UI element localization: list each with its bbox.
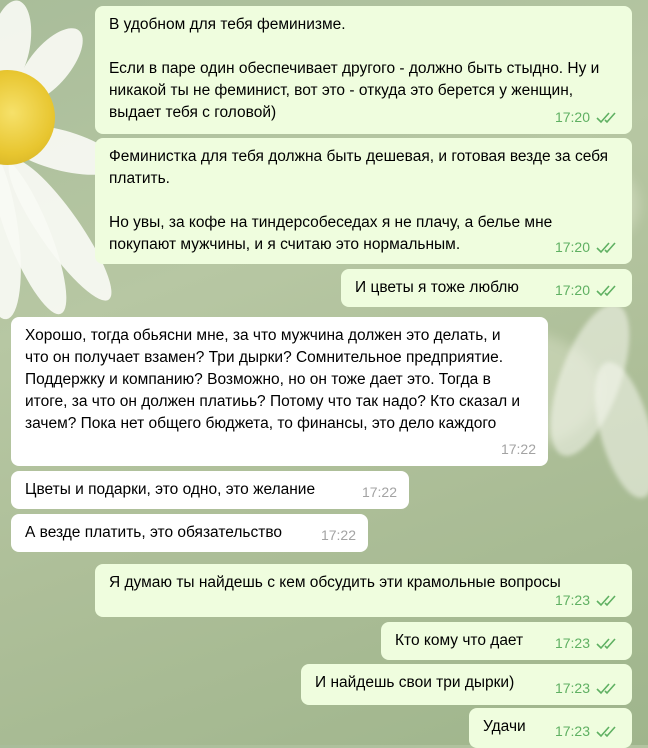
message-text: И цветы я тоже люблю [355,279,519,296]
message-meta: 17:20 [555,236,620,258]
message-time: 17:22 [500,441,536,457]
message-bubble-incoming[interactable]: Цветы и подарки, это одно, это желание 1… [11,471,409,509]
message-bubble-outgoing[interactable]: Удачи 17:23 [469,708,632,748]
message-meta: 17:22 [362,481,397,503]
message-time: 17:20 [554,109,590,125]
message-bubble-outgoing[interactable]: Кто кому что дает 17:23 [381,622,632,660]
message-time: 17:22 [361,484,397,500]
message-text: Хорошо, тогда обьясни мне, за что мужчин… [25,327,525,432]
message-meta: 17:23 [555,677,620,699]
message-text: Удачи [483,718,526,735]
message-time: 17:20 [554,282,590,298]
double-check-icon [596,595,616,607]
message-bubble-outgoing[interactable]: И найдешь свои три дырки) 17:23 [301,664,632,705]
double-check-icon [596,683,616,695]
double-check-icon [596,726,616,738]
message-text: Феминистка для тебя должна быть дешевая,… [109,148,609,253]
message-meta: 17:23 [555,720,620,742]
message-meta: 17:23 [555,589,620,611]
message-time: 17:23 [554,635,590,651]
message-time: 17:23 [554,723,590,739]
message-bubble-outgoing[interactable]: И цветы я тоже люблю 17:20 [341,269,632,307]
message-time: 17:23 [554,592,590,608]
double-check-icon [596,285,616,297]
double-check-icon [596,112,616,124]
message-bubble-outgoing[interactable]: В удобном для тебя феминизме. Если в пар… [95,6,632,134]
message-meta: 17:20 [555,279,620,301]
message-text: Кто кому что дает [395,632,524,649]
message-time: 17:23 [554,680,590,696]
message-meta: 17:22 [321,524,356,546]
message-text: В удобном для тебя феминизме. Если в пар… [109,16,600,121]
message-text: Я думаю ты найдешь с кем обсудить эти кр… [109,574,561,591]
message-bubble-outgoing[interactable]: Феминистка для тебя должна быть дешевая,… [95,138,632,264]
message-text: А везде платить, это обязательство [25,524,283,541]
message-text: Цветы и подарки, это одно, это желание [25,481,316,498]
message-time: 17:22 [320,527,356,543]
message-bubble-incoming[interactable]: Хорошо, тогда обьясни мне, за что мужчин… [11,317,548,466]
double-check-icon [596,242,616,254]
message-text: И найдешь свои три дырки) [315,674,515,691]
message-meta: 17:22 [501,438,536,460]
message-time: 17:20 [554,239,590,255]
message-bubble-outgoing[interactable]: Я думаю ты найдешь с кем обсудить эти кр… [95,564,632,617]
message-meta: 17:20 [555,106,620,128]
double-check-icon [596,638,616,650]
message-meta: 17:23 [555,632,620,654]
message-bubble-incoming[interactable]: А везде платить, это обязательство 17:22 [11,514,368,552]
